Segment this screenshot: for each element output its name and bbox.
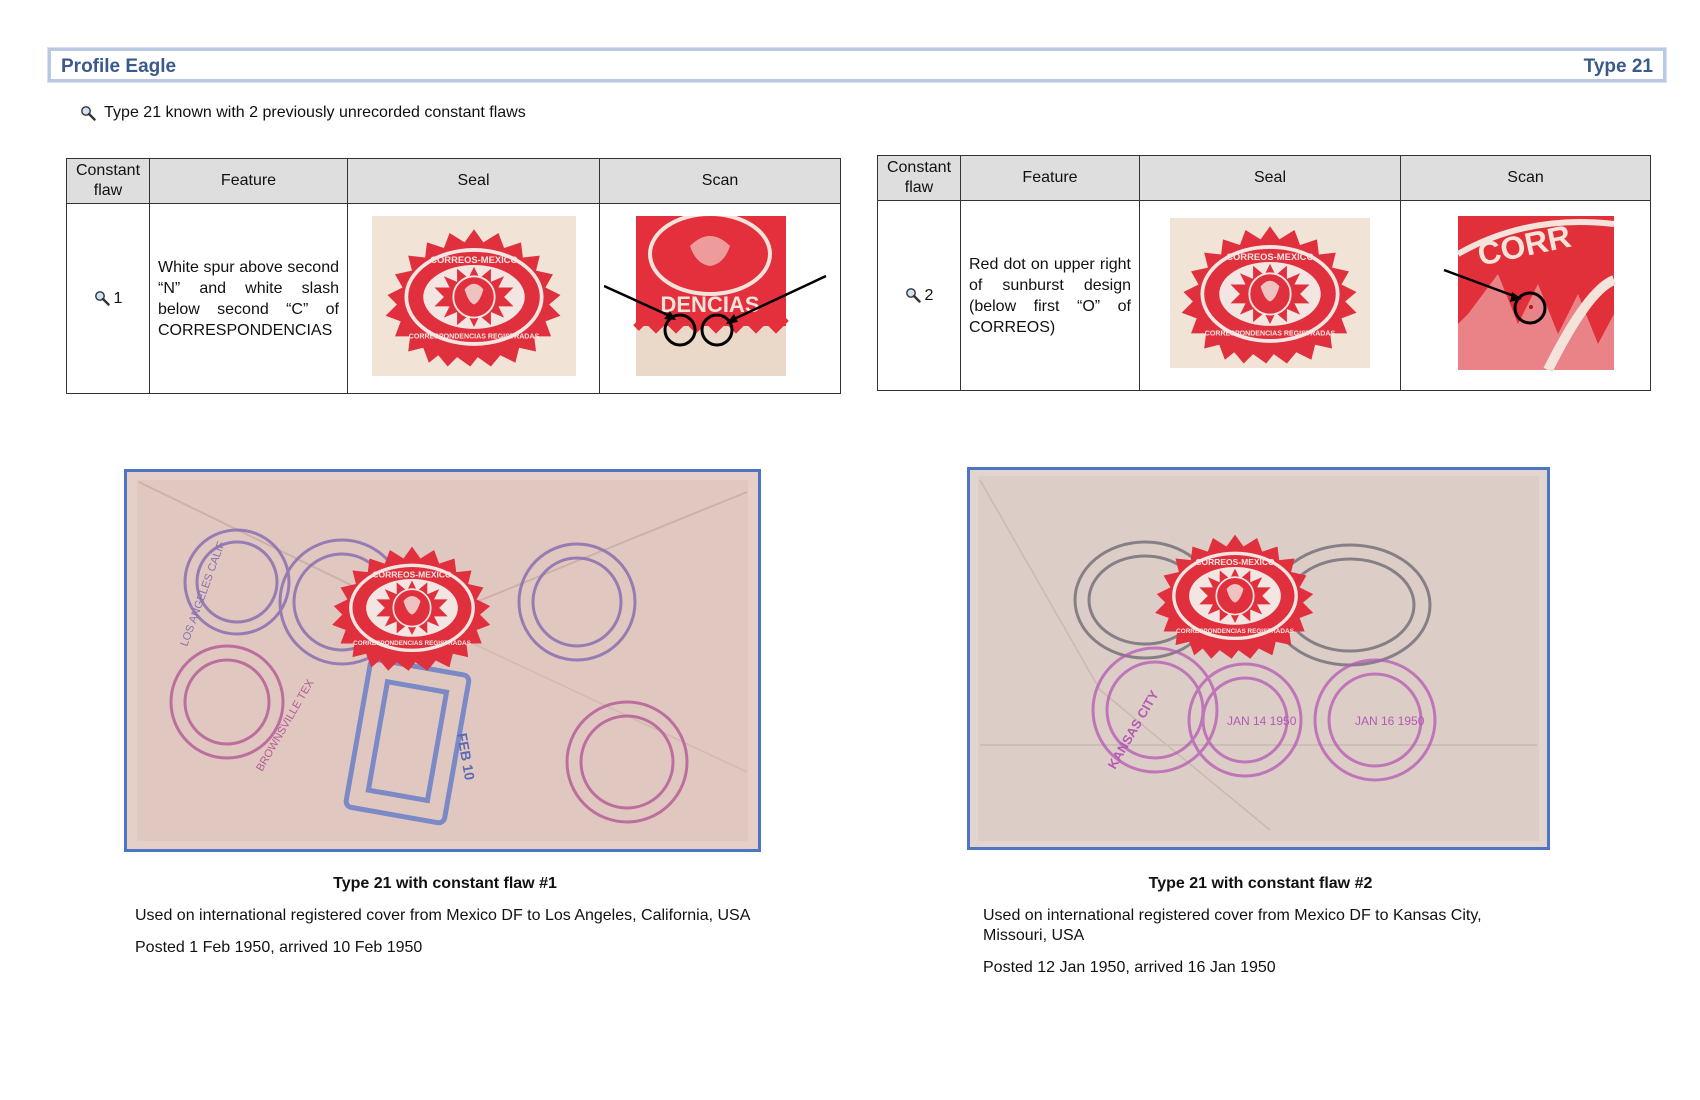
page-title: Profile Eagle: [61, 56, 177, 77]
page-header: Profile Eagle Type 21: [47, 47, 1667, 83]
flaw-feature: White spur above second “N” and white sl…: [149, 203, 348, 394]
intro-text: Type 21 known with 2 previously unrecord…: [104, 104, 526, 121]
flaw-number-cell: 1: [66, 203, 150, 394]
cover-1-art: FEB 10 LOS ANGELES CALIF BROWNSVILLE TEX: [127, 472, 758, 849]
col-header-scan: Scan: [599, 158, 841, 204]
postmark-text: JAN 14 1950: [1227, 714, 1297, 728]
flaw-table-2: Constant flaw Feature Seal Scan 2 Red do…: [877, 155, 1651, 391]
postmark-text: JAN 16 1950: [1355, 714, 1425, 728]
seal-image-cell: [1139, 200, 1401, 391]
flaw-feature: Red dot on upper right of sunburst desig…: [960, 200, 1140, 391]
col-header-seal: Seal: [1139, 155, 1401, 201]
cover-2-caption: Type 21 with constant flaw #2 Used on in…: [983, 874, 1538, 978]
col-header-scan: Scan: [1400, 155, 1651, 201]
col-header-feature: Feature: [960, 155, 1140, 201]
cover-2-art: KANSAS CITY JAN 14 1950 JAN 16 1950: [970, 470, 1547, 847]
col-header-feature: Feature: [149, 158, 348, 204]
magnifier-icon: [905, 287, 921, 303]
flaw-number: 1: [113, 289, 123, 307]
flaw-number-cell: 2: [877, 200, 961, 391]
magnifier-icon: [94, 290, 110, 306]
type-label: Type 21: [1583, 56, 1653, 77]
cover-title: Type 21 with constant flaw #1: [333, 875, 557, 892]
magnifier-icon: [80, 105, 96, 121]
scan-image-cell: CORR: [1400, 200, 1651, 391]
cover-1-caption: Type 21 with constant flaw #1 Used on in…: [135, 874, 755, 958]
col-header-flaw: Constant flaw: [877, 155, 961, 201]
scan-image: CORR: [1443, 216, 1616, 373]
cover-image-2: KANSAS CITY JAN 14 1950 JAN 16 1950: [967, 467, 1550, 850]
scan-image: DENCIAS: [603, 212, 827, 376]
cover-posted: Posted 1 Feb 1950, arrived 10 Feb 1950: [135, 939, 423, 956]
flaw-number: 2: [924, 286, 934, 304]
col-header-flaw: Constant flaw: [66, 158, 150, 204]
seal-image: [1170, 218, 1370, 368]
seal-image-cell: [347, 203, 600, 394]
cover-title: Type 21 with constant flaw #2: [1148, 875, 1373, 892]
cover-description: Used on international registered cover f…: [983, 907, 1482, 944]
cover-posted: Posted 12 Jan 1950, arrived 16 Jan 1950: [983, 959, 1276, 976]
intro-note: Type 21 known with 2 previously unrecord…: [80, 104, 526, 122]
cover-description: Used on international registered cover f…: [135, 907, 751, 924]
scan-image-cell: DENCIAS: [599, 203, 841, 394]
col-header-seal: Seal: [347, 158, 600, 204]
flaw-table-1: Constant flaw Feature Seal Scan 1 White …: [66, 158, 841, 394]
seal-image: [371, 216, 576, 376]
cover-image-1: FEB 10 LOS ANGELES CALIF BROWNSVILLE TEX: [124, 469, 761, 852]
